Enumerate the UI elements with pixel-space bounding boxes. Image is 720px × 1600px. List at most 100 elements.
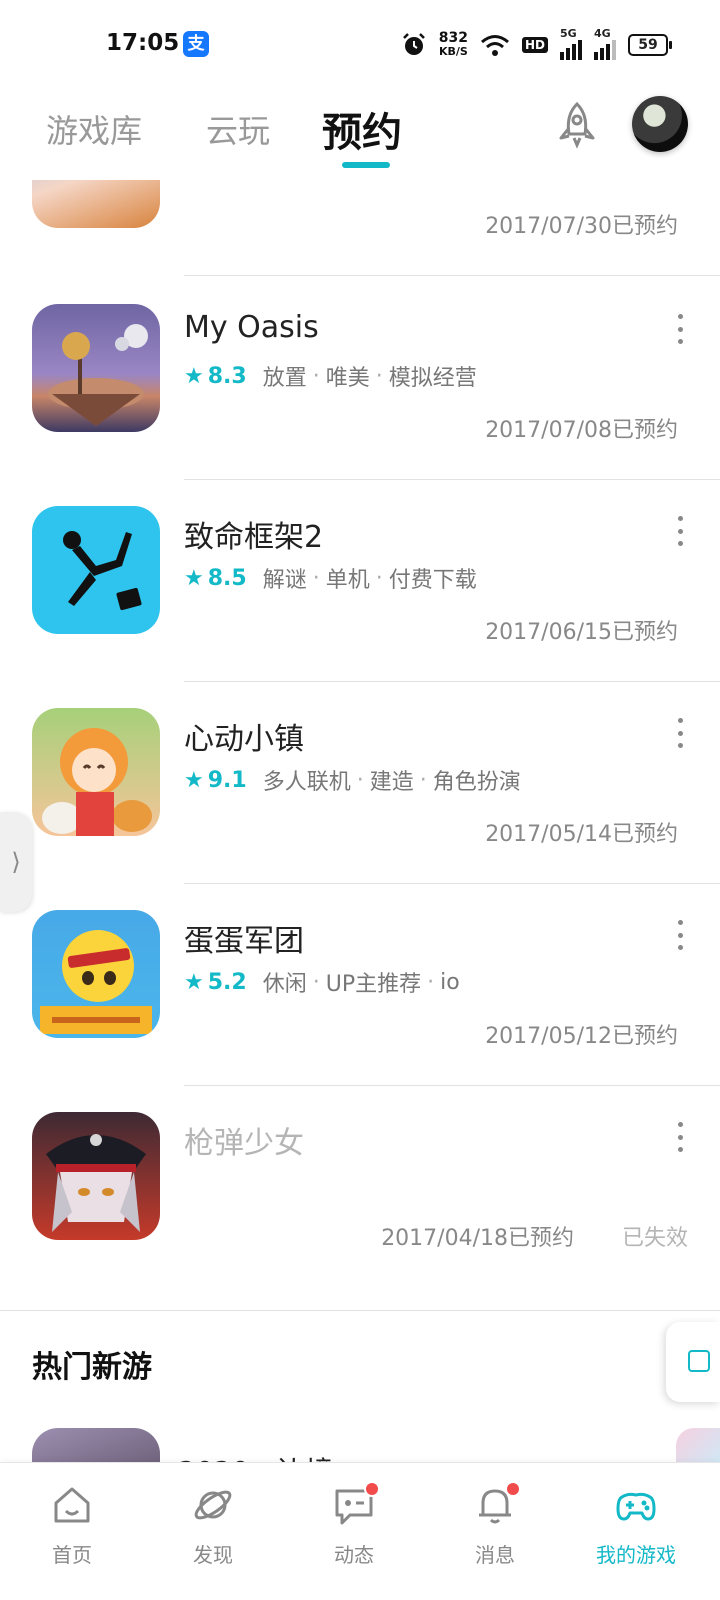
more-options-icon[interactable]	[676, 516, 684, 546]
hd-voice-icon: HD	[521, 37, 548, 53]
game-tag: 休闲	[262, 972, 307, 997]
game-tag: io	[440, 969, 460, 995]
game-meta: ★ 9.1 多人联机 · 建造 · 角色扮演	[184, 764, 521, 796]
signal-5g-icon: 5G	[560, 27, 582, 60]
game-icon	[32, 708, 160, 836]
game-tag: 放置	[262, 366, 307, 391]
alarm-icon	[402, 33, 425, 55]
status-indicators: 832 KB/S HD 5G 4G 59	[401, 27, 672, 62]
game-name: My Oasis	[184, 310, 319, 345]
game-tag: 多人联机	[262, 770, 351, 795]
game-tag: 单机	[325, 568, 370, 593]
game-tag: 建造	[369, 770, 414, 795]
game-rating: 8.5	[207, 565, 247, 591]
top-header: 游戏库 云玩 预约	[0, 88, 720, 180]
tab-reservations[interactable]: 预约	[322, 100, 402, 158]
game-name: 枪弹少女	[184, 1126, 304, 1161]
game-icon	[32, 1112, 160, 1240]
game-item[interactable]: 蛋蛋军团 ★ 5.2 休闲 · UP主推荐 · io 2017/05/12已预约	[0, 880, 720, 1086]
reservation-date: 2017/07/30已预约	[485, 214, 678, 239]
game-icon[interactable]	[676, 1428, 720, 1464]
notification-dot	[364, 1481, 380, 1497]
nav-messages[interactable]: 消息	[435, 1481, 555, 1568]
bell-icon	[473, 1481, 521, 1527]
star-icon: ★	[184, 565, 204, 591]
game-tag: UP主推荐	[325, 972, 422, 997]
download-icon	[688, 1350, 710, 1372]
game-meta: ★ 8.3 放置 · 唯美 · 模拟经营	[184, 360, 477, 392]
net-speed-unit: KB/S	[438, 45, 468, 58]
tab-indicator	[342, 162, 390, 168]
battery-icon: 59	[628, 34, 672, 56]
floating-download-button[interactable]	[666, 1322, 720, 1402]
status-time: 17:05	[106, 30, 180, 56]
status-bar: 17:05 支 832 KB/S HD 5G 4G 59	[0, 0, 720, 88]
game-tag: 模拟经营	[388, 366, 477, 391]
reservation-date: 2017/05/12已预约	[485, 1024, 678, 1049]
game-item[interactable]: 枪弹少女 2017/04/18已预约 已失效	[0, 1082, 720, 1288]
more-options-icon[interactable]	[676, 718, 684, 748]
planet-icon	[194, 1490, 232, 1520]
game-icon	[32, 180, 160, 228]
nav-home[interactable]: 首页	[12, 1483, 132, 1568]
side-drawer-handle[interactable]: ⟩	[0, 812, 32, 912]
game-icon	[32, 304, 160, 432]
reservation-date: 2017/04/18已预约	[381, 1226, 574, 1251]
tab-game-library[interactable]: 游戏库	[46, 106, 142, 152]
more-options-icon[interactable]	[676, 1122, 684, 1152]
wifi-icon	[481, 35, 509, 56]
game-icon	[32, 910, 160, 1038]
more-options-icon[interactable]	[676, 920, 684, 950]
game-tag: 角色扮演	[432, 770, 521, 795]
gamepad-icon	[616, 1492, 656, 1521]
user-avatar[interactable]	[632, 96, 688, 152]
expired-status: 已失效	[621, 1226, 688, 1251]
game-rating: 9.1	[207, 767, 247, 793]
network-type-label: 4G	[594, 27, 611, 40]
game-item[interactable]: My Oasis ★ 8.3 放置 · 唯美 · 模拟经营 2017/07/08…	[0, 274, 720, 480]
more-options-icon[interactable]	[676, 314, 684, 344]
bottom-nav: 首页 发现 动态 消息 我的游戏	[0, 1462, 720, 1600]
home-icon	[54, 1487, 90, 1523]
nav-label: 发现	[193, 1543, 233, 1567]
network-type-label: 5G	[560, 27, 577, 40]
hot-new-games-title: 热门新游	[32, 1350, 152, 1385]
alipay-icon: 支	[183, 31, 209, 57]
game-name: 蛋蛋军团	[184, 924, 304, 959]
net-speed: 832 KB/S	[438, 30, 468, 58]
game-meta: ★ 5.2 休闲 · UP主推荐 · io	[184, 966, 460, 998]
game-item[interactable]: 心动小镇 ★ 9.1 多人联机 · 建造 · 角色扮演 2017/05/14已预…	[0, 678, 720, 884]
game-item[interactable]: 致命框架2 ★ 8.5 解谜 · 单机 · 付费下载 2017/06/15已预约	[0, 476, 720, 682]
game-meta: ★ 8.5 解谜 · 单机 · 付费下载	[184, 562, 477, 594]
game-icon	[32, 506, 160, 634]
reservation-date: 2017/07/08已预约	[485, 418, 678, 443]
game-name: 心动小镇	[184, 722, 304, 757]
tab-cloud-play[interactable]: 云玩	[206, 106, 270, 152]
game-rating: 8.3	[207, 363, 247, 389]
nav-label: 首页	[52, 1543, 92, 1567]
game-tag: 解谜	[262, 568, 307, 593]
section-divider	[0, 1310, 720, 1311]
nav-feed[interactable]: 动态	[294, 1481, 414, 1568]
game-tag: 付费下载	[388, 568, 477, 593]
signal-4g-icon: 4G	[594, 27, 616, 60]
game-rating: 5.2	[207, 969, 247, 995]
star-icon: ★	[184, 767, 204, 793]
game-name: 致命框架2	[184, 520, 324, 555]
game-tag: 唯美	[325, 366, 370, 391]
nav-my-games[interactable]: 我的游戏	[576, 1483, 696, 1568]
nav-label: 我的游戏	[596, 1543, 676, 1567]
net-speed-value: 832	[438, 30, 468, 46]
reservation-list: 2017/07/30已预约 My Oasis ★ 8.3 放置 · 唯美 · 模…	[0, 180, 720, 1490]
reservation-date: 2017/05/14已预约	[485, 822, 678, 847]
reservation-date: 2017/06/15已预约	[485, 620, 678, 645]
chevron-right-icon: ⟩	[11, 848, 21, 876]
chat-icon	[332, 1481, 380, 1527]
nav-label: 消息	[475, 1543, 515, 1567]
nav-discover[interactable]: 发现	[153, 1483, 273, 1568]
game-item[interactable]: 2017/07/30已预约	[0, 180, 720, 276]
notification-dot	[505, 1481, 521, 1497]
star-icon: ★	[184, 363, 204, 389]
rocket-icon[interactable]	[552, 100, 602, 150]
battery-level: 59	[638, 37, 658, 53]
